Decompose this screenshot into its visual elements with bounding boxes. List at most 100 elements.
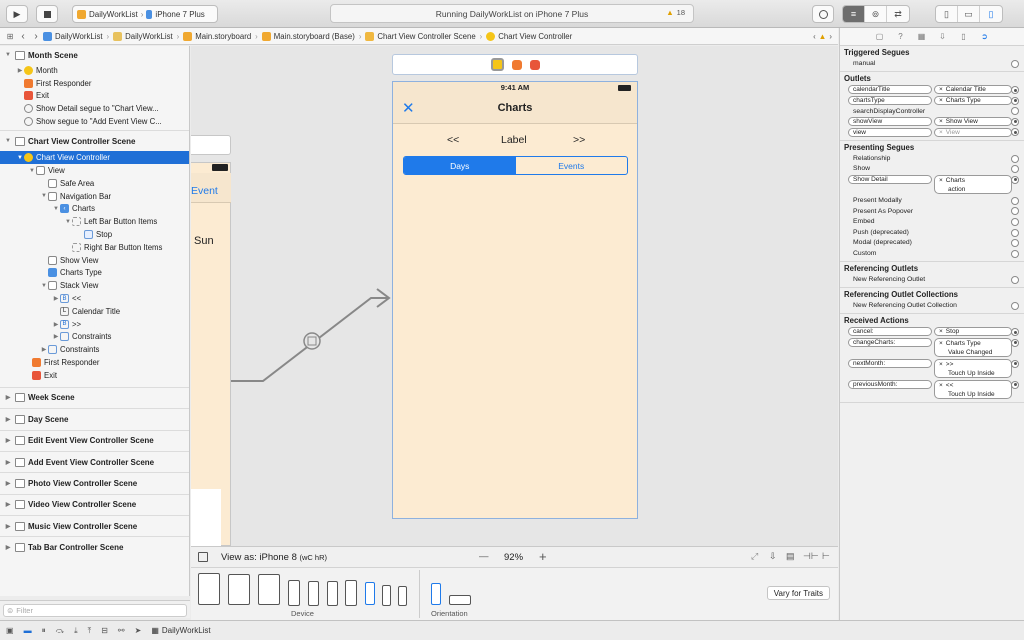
debug-area-toggle-icon[interactable]: ▭ [958,6,980,22]
disclosure-closed-icon[interactable]: ▶ [4,480,12,487]
outlet-target-pill[interactable]: × Show View [934,117,1012,127]
update-frames-icon[interactable]: ⇩ [769,551,777,562]
connection-circle-icon[interactable] [1011,60,1019,68]
quick-help-icon[interactable]: ? [896,32,906,41]
align-icon[interactable]: ⊣⊢ [803,551,819,562]
connection-circle-icon[interactable] [1011,301,1019,310]
pin-icon[interactable]: ⊢ [822,551,830,562]
warning-badge[interactable]: ▲ 18 [666,8,685,17]
identity-inspector-icon[interactable]: ▦ [917,32,927,41]
breadcrumb-storyboard-base[interactable]: Main.storyboard (Base) [261,31,355,41]
previous-month-button[interactable]: << [447,134,459,146]
connection-circle-icon[interactable] [1011,165,1019,174]
version-editor-icon[interactable]: ⇄ [887,6,909,22]
outline-toggle-icon[interactable] [198,552,208,562]
disclosure-open-icon[interactable]: ▼ [52,206,60,212]
connection-circle-icon[interactable] [1011,175,1019,184]
outline-item-month[interactable]: ▶ Month [0,64,189,77]
device-iphone-8-icon[interactable] [365,582,375,605]
device-iphone-small-icon[interactable] [327,581,338,606]
library-button[interactable] [812,5,834,23]
step-out-icon[interactable]: ⤒ [88,626,92,636]
outline-item-chart-view-controller[interactable]: ▼ Chart View Controller [0,151,189,165]
outlet-target-pill[interactable]: × Calendar Title [934,85,1012,95]
disclosure-closed-icon[interactable]: ▶ [4,501,12,508]
outline-item-segue-add[interactable]: Show segue to "Add Event View C... [0,115,189,128]
view-debugger-icon[interactable]: ⊟ [101,626,108,635]
segment-events[interactable]: Events [516,157,628,174]
step-into-icon[interactable]: ⤓ [74,626,78,636]
vary-for-traits-button[interactable]: Vary for Traits [766,586,830,600]
outline-item-segue-detail[interactable]: Show Detail segue to "Chart View... [0,102,189,115]
first-responder-icon[interactable] [511,59,522,70]
disclosure-closed-icon[interactable]: ▶ [4,523,12,530]
scene-add-event[interactable]: ▶ Add Event View Controller Scene [0,450,189,473]
connection-circle-icon[interactable] [1011,207,1019,216]
grid-icon[interactable]: ⊞ [3,32,17,41]
device-ipad-pro-12-icon[interactable] [198,573,220,605]
connection-circle-icon[interactable] [1011,275,1019,284]
action-target-pill[interactable]: × Stop [934,327,1012,337]
outline-item-right-bar-items[interactable]: Right Bar Button Items [0,241,189,254]
connection-circle-icon[interactable] [1011,128,1019,137]
connection-circle-icon[interactable] [1011,86,1019,95]
action-target-pill[interactable]: × << Touch Up Inside [934,380,1012,400]
device-iphone-x-icon[interactable] [345,580,357,606]
connections-inspector-icon[interactable]: ➲ [980,32,990,41]
action-target-pill[interactable]: × Charts Type Value Changed [934,338,1012,358]
connection-circle-icon[interactable] [1011,239,1019,248]
zoom-out-button[interactable]: — [479,551,489,562]
console-toggle-icon[interactable]: ▣ [6,626,14,635]
outline-item-calendar-title[interactable]: L Calendar Title [0,305,189,318]
issue-nav-right-icon[interactable]: › [829,32,832,41]
stop-button[interactable] [36,5,58,23]
outline-item-exit[interactable]: Exit [0,90,189,103]
breadcrumb-view-controller[interactable]: Chart View Controller [486,31,572,41]
disclosure-closed-icon[interactable]: ▶ [16,67,24,74]
view-controller-icon[interactable] [490,58,504,71]
breadcrumb-project[interactable]: DailyWorkList [43,31,103,41]
outlet-target-pill[interactable]: × Charts Type [934,95,1012,105]
connection-circle-icon[interactable] [1011,249,1019,258]
file-inspector-icon[interactable]: ▢ [875,32,885,41]
issue-nav-left-icon[interactable]: ‹ [813,32,816,41]
disclosure-open-icon[interactable]: ▼ [40,283,48,289]
scene-month[interactable]: ▼ Month Scene [0,46,189,64]
assistant-editor-icon[interactable]: ⊚ [865,6,887,22]
chart-view-controller-scene[interactable]: 9:41 AM ✕ Charts << Label >> Days Events [392,81,638,519]
device-ipad-icon[interactable] [258,574,280,605]
scheme-selector[interactable]: DailyWorkList › iPhone 7 Plus [72,5,218,23]
outline-item-show-view[interactable]: Show View [0,254,189,267]
disclosure-closed-icon[interactable]: ▶ [52,321,60,328]
outline-item-navigation-bar[interactable]: ▼ Navigation Bar [0,190,189,203]
remove-connection-icon[interactable]: × [939,97,943,104]
exit-icon[interactable] [529,59,540,70]
remove-connection-icon[interactable]: × [939,129,943,136]
disclosure-open-icon[interactable]: ▼ [16,155,24,161]
forward-arrow-icon[interactable]: › [29,31,43,42]
outline-item-first-responder-chart[interactable]: First Responder [0,356,189,369]
device-iphone-4s-icon[interactable] [398,586,407,606]
outline-item-charts[interactable]: ▼ ‹ Charts [0,203,189,216]
action-target-pill[interactable]: × >> Touch Up Inside [934,359,1012,379]
connection-circle-icon[interactable] [1011,338,1019,347]
stack-view[interactable]: << Label >> [393,134,637,148]
scene-edit-event[interactable]: ▶ Edit Event View Controller Scene [0,429,189,451]
disclosure-open-icon[interactable]: ▼ [40,193,48,199]
remove-connection-icon[interactable]: × [939,177,943,184]
remove-connection-icon[interactable]: × [939,382,943,389]
target-selector[interactable]: ▦ DailyWorkList [151,626,210,635]
disclosure-closed-icon[interactable]: ▶ [4,437,12,444]
size-inspector-icon[interactable]: ▯ [959,32,969,41]
outline-item-charts-type[interactable]: Charts Type [0,267,189,280]
connection-circle-icon[interactable] [1011,154,1019,163]
breadcrumb-folder[interactable]: DailyWorkList [113,31,173,41]
outline-item-view[interactable]: ▼ View [0,164,189,177]
segment-days[interactable]: Days [404,157,516,174]
attributes-inspector-icon[interactable]: ⇩ [938,32,948,41]
outlet-target-pill[interactable]: × View [934,127,1012,137]
device-iphone-icon[interactable] [308,581,319,606]
scene-video[interactable]: ▶ Video View Controller Scene [0,493,189,516]
scene-music[interactable]: ▶ Music View Controller Scene [0,515,189,537]
connection-circle-icon[interactable] [1011,217,1019,226]
